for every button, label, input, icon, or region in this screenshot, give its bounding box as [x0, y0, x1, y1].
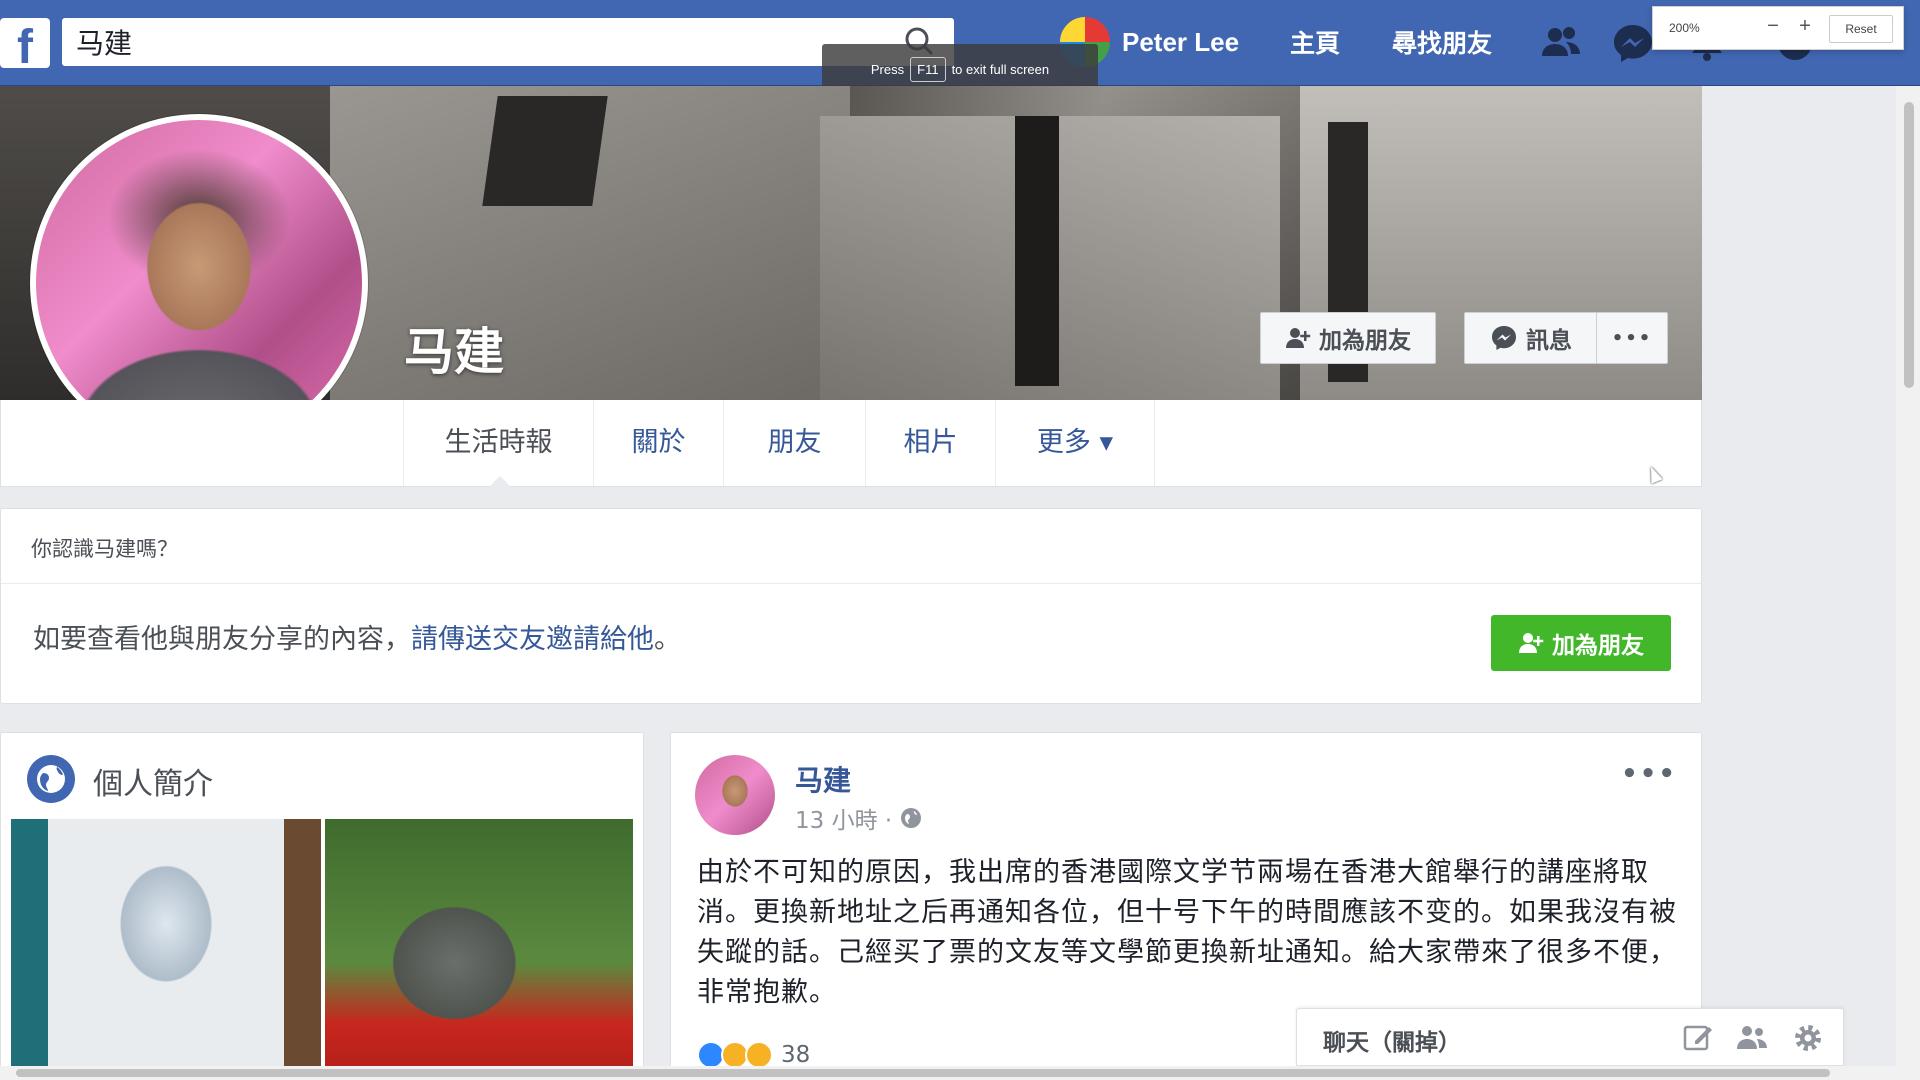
vertical-scroll-thumb[interactable] [1904, 102, 1914, 388]
cover-shape [1015, 116, 1059, 386]
intro-card: 個人簡介 [0, 732, 644, 1080]
globe-icon [901, 808, 922, 828]
post-options-button[interactable]: ••• [1621, 759, 1677, 789]
more-options-button[interactable]: ••• [1596, 312, 1668, 364]
post-time[interactable]: 13 小時 · [795, 801, 892, 835]
messenger-icon[interactable] [1610, 20, 1656, 66]
add-friend-icon [1286, 328, 1311, 348]
add-friend-icon [1519, 633, 1544, 653]
tab-photos[interactable]: 相片 [865, 400, 995, 486]
friend-requests-icon[interactable] [1538, 20, 1584, 66]
know-him-text-after: 。 [654, 624, 681, 655]
tab-about[interactable]: 關於 [593, 400, 723, 486]
nav-home-link[interactable]: 主頁 [1290, 24, 1340, 60]
user-name: Peter Lee [1122, 26, 1240, 57]
profile-photo [36, 120, 362, 446]
intro-photo[interactable] [325, 819, 633, 1079]
profile-tabs: 生活時報 關於 朋友 相片 更多 ▾ [0, 400, 1702, 487]
zoom-reset-button[interactable]: Reset [1829, 15, 1893, 43]
add-friend-button[interactable]: 加為朋友 [1260, 312, 1436, 364]
post-text: 由於不可知的原因，我出席的香港國際文学节兩場在香港大館舉行的講座將取消。更換新地… [697, 857, 1677, 1008]
cover-shape [482, 96, 608, 206]
reactions-summary[interactable]: 38 [697, 1041, 810, 1069]
facebook-logo[interactable]: f [0, 18, 50, 68]
gear-icon[interactable] [1791, 1021, 1825, 1055]
message-label: 訊息 [1526, 328, 1572, 354]
messenger-icon [1492, 326, 1516, 350]
zoom-level: 200% [1669, 21, 1700, 35]
add-friend-green-button[interactable]: 加為朋友 [1491, 615, 1671, 671]
divider [1, 583, 1701, 584]
zoom-popup: 200% − + Reset [1652, 6, 1904, 50]
zoom-out-button[interactable]: − [1763, 15, 1783, 38]
nav-find-friends-link[interactable]: 尋找朋友 [1392, 24, 1492, 60]
know-him-text-before: 如要查看他與朋友分享的內容， [33, 624, 411, 655]
send-request-link[interactable]: 請傳送交友邀請給他 [411, 624, 654, 655]
active-tab-indicator [489, 476, 511, 487]
tab-friends[interactable]: 朋友 [723, 400, 865, 486]
post-author-avatar[interactable] [695, 755, 775, 835]
sad-reaction-icon [745, 1041, 773, 1069]
tab-timeline[interactable]: 生活時報 [403, 400, 593, 486]
intro-title: 個人簡介 [93, 767, 213, 802]
create-group-icon[interactable] [1735, 1021, 1769, 1055]
intro-photo[interactable] [11, 819, 321, 1079]
search-input[interactable] [76, 24, 876, 60]
chat-label: 聊天（關掉） [1323, 1030, 1461, 1056]
know-him-title: 你認識马建嗎？ [31, 537, 178, 561]
reaction-count: 38 [781, 1042, 811, 1068]
know-him-text: 如要查看他與朋友分享的內容，請傳送交友邀請給他。 [33, 617, 681, 656]
toast-key: F11 [910, 56, 946, 82]
toast-rest: to exit full screen [951, 61, 1050, 77]
toast-press: Press [870, 61, 905, 77]
profile-name: 马建 [404, 323, 504, 381]
message-button[interactable]: 訊息 [1464, 312, 1598, 364]
new-message-icon[interactable] [1681, 1021, 1715, 1055]
chat-bar[interactable]: 聊天（關掉） [1296, 1008, 1844, 1066]
zoom-in-button[interactable]: + [1795, 15, 1815, 38]
add-friend-green-label: 加為朋友 [1552, 633, 1644, 659]
post-meta: 13 小時 · [795, 801, 922, 835]
know-him-card: 你認識马建嗎？ 如要查看他與朋友分享的內容，請傳送交友邀請給他。 加為朋友 [0, 508, 1702, 704]
globe-icon [27, 755, 75, 803]
search-bar[interactable] [62, 18, 954, 66]
add-friend-label: 加為朋友 [1319, 328, 1411, 354]
horizontal-scroll-thumb[interactable] [16, 1069, 1830, 1077]
post-author-name[interactable]: 马建 [795, 759, 851, 799]
tab-more[interactable]: 更多 ▾ [995, 400, 1155, 486]
